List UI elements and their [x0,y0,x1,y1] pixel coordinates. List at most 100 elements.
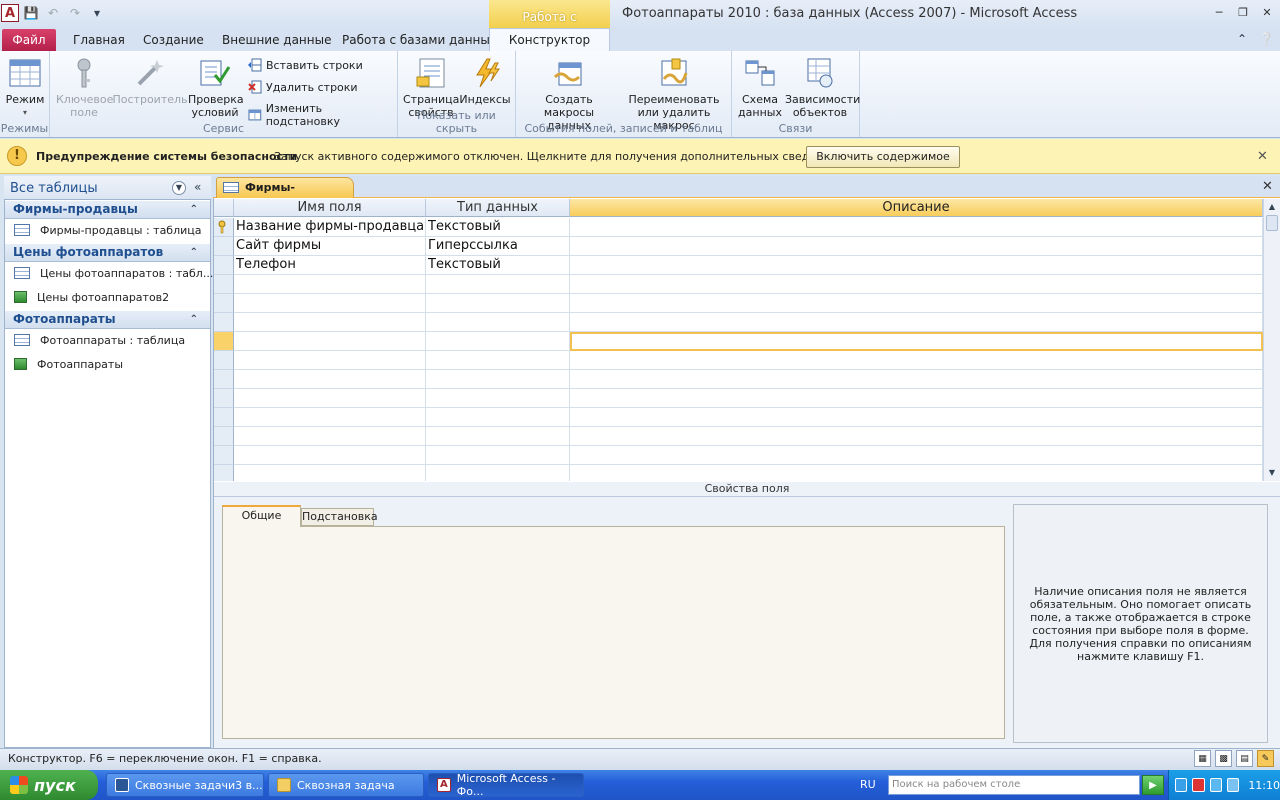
rename-delete-macro-button[interactable]: Переименовать или удалить макрос [618,57,730,132]
customize-qat-icon[interactable]: ▾ [87,3,107,23]
nav-menu-dropdown-icon[interactable]: ▼ [172,181,186,195]
cell-description[interactable] [570,237,1263,256]
nav-item-cameras-form[interactable]: Фотоаппараты [14,355,123,373]
tab-design[interactable]: Конструктор [489,28,610,52]
cell-data-type[interactable] [426,351,570,370]
row-selector[interactable] [214,332,234,351]
taskbar-item-folder[interactable]: Сквозная задача [268,773,424,797]
cell-description[interactable] [570,294,1263,313]
cell-description[interactable] [570,427,1263,446]
header-data-type[interactable]: Тип данных [426,199,570,217]
tab-file[interactable]: Файл [2,29,56,51]
nav-item-camera-prices2-form[interactable]: Цены фотоаппаратов2 [14,288,169,306]
nav-item-firms-table[interactable]: Фирмы-продавцы : таблица [14,221,202,239]
cell-field-name[interactable] [234,446,426,465]
cell-description[interactable] [570,351,1263,370]
security-warning-message[interactable]: Запуск активного содержимого отключен. Щ… [274,150,841,163]
close-document-icon[interactable]: ✕ [1262,179,1273,194]
delete-rows-button[interactable]: Удалить строки [248,80,358,94]
cell-field-name[interactable] [234,370,426,389]
datasheet-view-icon[interactable]: ▦ [1194,750,1211,767]
enable-content-button[interactable]: Включить содержимое [806,146,960,168]
cell-description[interactable] [570,256,1263,275]
row-selector[interactable] [214,427,234,446]
search-go-icon[interactable]: ▶ [1142,775,1164,795]
tab-home[interactable]: Главная [73,33,125,47]
cell-data-type[interactable] [426,313,570,332]
cell-data-type[interactable] [426,332,570,351]
tab-database-tools[interactable]: Работа с базами данных [342,33,497,47]
nav-section-camera-prices[interactable]: Цены фотоаппаратов ⌃ [5,244,210,262]
pivottable-view-icon[interactable]: ▩ [1215,750,1232,767]
scroll-up-icon[interactable]: ▲ [1264,199,1280,215]
row-selector[interactable] [214,275,234,294]
start-button[interactable]: пуск [0,770,98,800]
view-button[interactable]: Режим ▾ [4,57,46,119]
tab-general[interactable]: Общие [222,505,301,527]
scroll-thumb[interactable] [1266,215,1278,231]
desktop-search-input[interactable]: Поиск на рабочем столе [888,775,1140,795]
row-selector[interactable] [214,218,234,237]
cell-field-name[interactable] [234,389,426,408]
cell-field-name[interactable] [234,465,426,481]
primary-key-button[interactable]: Ключевое поле [54,57,114,119]
insert-rows-button[interactable]: Вставить строки [248,58,363,72]
test-rules-button[interactable]: Проверка условий [186,57,244,119]
taskbar-item-word[interactable]: Сквозные задачи3 в... [106,773,264,797]
collapse-section-icon[interactable]: ⌃ [190,311,198,328]
cell-data-type[interactable] [426,370,570,389]
cell-field-name[interactable] [234,351,426,370]
undo-icon[interactable]: ↶ [43,3,63,23]
cell-description[interactable] [570,313,1263,332]
tab-external-data[interactable]: Внешние данные [222,33,331,47]
row-selector[interactable] [214,408,234,427]
row-selector[interactable] [214,370,234,389]
save-icon[interactable]: 💾 [21,3,41,23]
access-logo-icon[interactable]: A [1,4,19,22]
volume-icon[interactable] [1226,778,1240,792]
cell-data-type[interactable] [426,446,570,465]
cell-data-type[interactable] [426,408,570,427]
header-description[interactable]: Описание [570,199,1263,217]
cell-description[interactable] [570,446,1263,465]
cell-description[interactable] [570,389,1263,408]
object-dependencies-button[interactable]: Зависимости объектов [784,57,860,119]
pivotchart-view-icon[interactable]: ▤ [1236,750,1253,767]
relationships-button[interactable]: Схема данных [736,57,784,119]
tray-arrow-icon[interactable] [1175,778,1188,792]
cell-description[interactable] [570,275,1263,294]
cell-field-name[interactable]: Название фирмы-продавца [234,218,426,237]
collapse-section-icon[interactable]: ⌃ [190,201,198,218]
cell-description[interactable] [570,465,1263,481]
cell-field-name[interactable]: Сайт фирмы [234,237,426,256]
collapse-nav-pane-icon[interactable]: « [194,180,201,194]
row-selector[interactable] [214,294,234,313]
row-selector[interactable] [214,389,234,408]
cell-field-name[interactable] [234,408,426,427]
nav-item-camera-prices-table[interactable]: Цены фотоаппаратов : табл... [14,264,213,282]
nav-section-firms[interactable]: Фирмы-продавцы ⌃ [5,201,210,219]
cell-field-name[interactable] [234,427,426,446]
row-selector[interactable] [214,446,234,465]
nav-section-cameras[interactable]: Фотоаппараты ⌃ [5,311,210,329]
row-selector[interactable] [214,237,234,256]
tab-create[interactable]: Создание [143,33,204,47]
cell-description[interactable] [570,332,1263,351]
design-view-icon[interactable]: ✎ [1257,750,1274,767]
cell-field-name[interactable] [234,275,426,294]
close-warning-icon[interactable]: ✕ [1257,149,1268,164]
grid-vertical-scrollbar[interactable]: ▲ ▼ [1263,199,1280,481]
scroll-down-icon[interactable]: ▼ [1264,465,1280,481]
cell-data-type[interactable] [426,427,570,446]
cell-data-type[interactable]: Текстовый [426,218,570,237]
cell-data-type[interactable] [426,294,570,313]
indexes-button[interactable]: Индексы [459,57,511,106]
cell-data-type[interactable] [426,275,570,294]
antivirus-icon[interactable] [1192,778,1205,792]
navigation-pane-title[interactable]: Все таблицы [10,181,98,196]
row-selector[interactable] [214,351,234,370]
restore-icon[interactable]: ❐ [1234,4,1252,20]
document-tab-firms[interactable]: Фирмы-продавцы [216,177,354,213]
redo-icon[interactable]: ↷ [65,3,85,23]
create-data-macros-button[interactable]: Создать макросы данных [520,57,618,132]
